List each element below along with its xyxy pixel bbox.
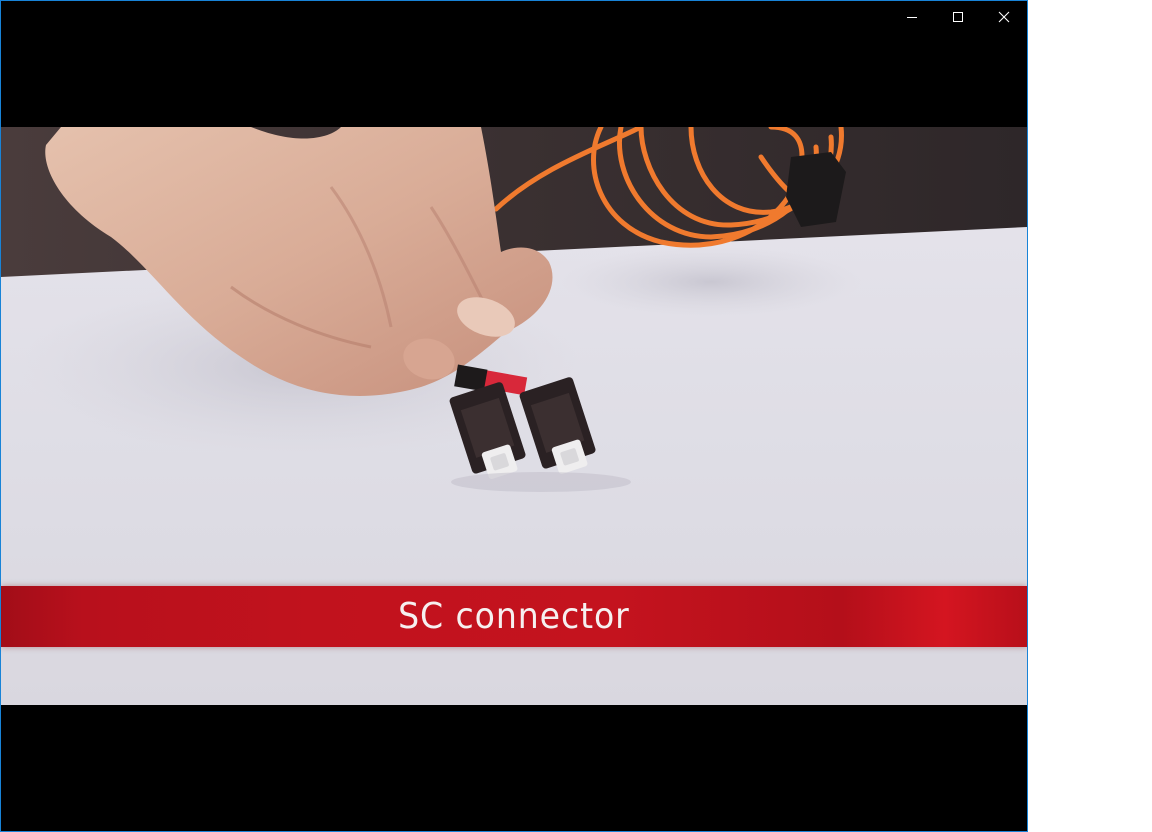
caption-banner: SC connector (1, 586, 1027, 647)
minimize-button[interactable] (889, 1, 935, 33)
minimize-icon (907, 17, 917, 18)
video-frame[interactable]: SC connector (1, 127, 1027, 705)
caption-text: SC connector (398, 596, 630, 637)
close-icon (998, 11, 1010, 23)
close-button[interactable] (981, 1, 1027, 33)
maximize-icon (953, 12, 963, 22)
maximize-button[interactable] (935, 1, 981, 33)
media-player-window: SC connector (0, 0, 1028, 832)
title-bar[interactable] (1, 1, 1027, 33)
